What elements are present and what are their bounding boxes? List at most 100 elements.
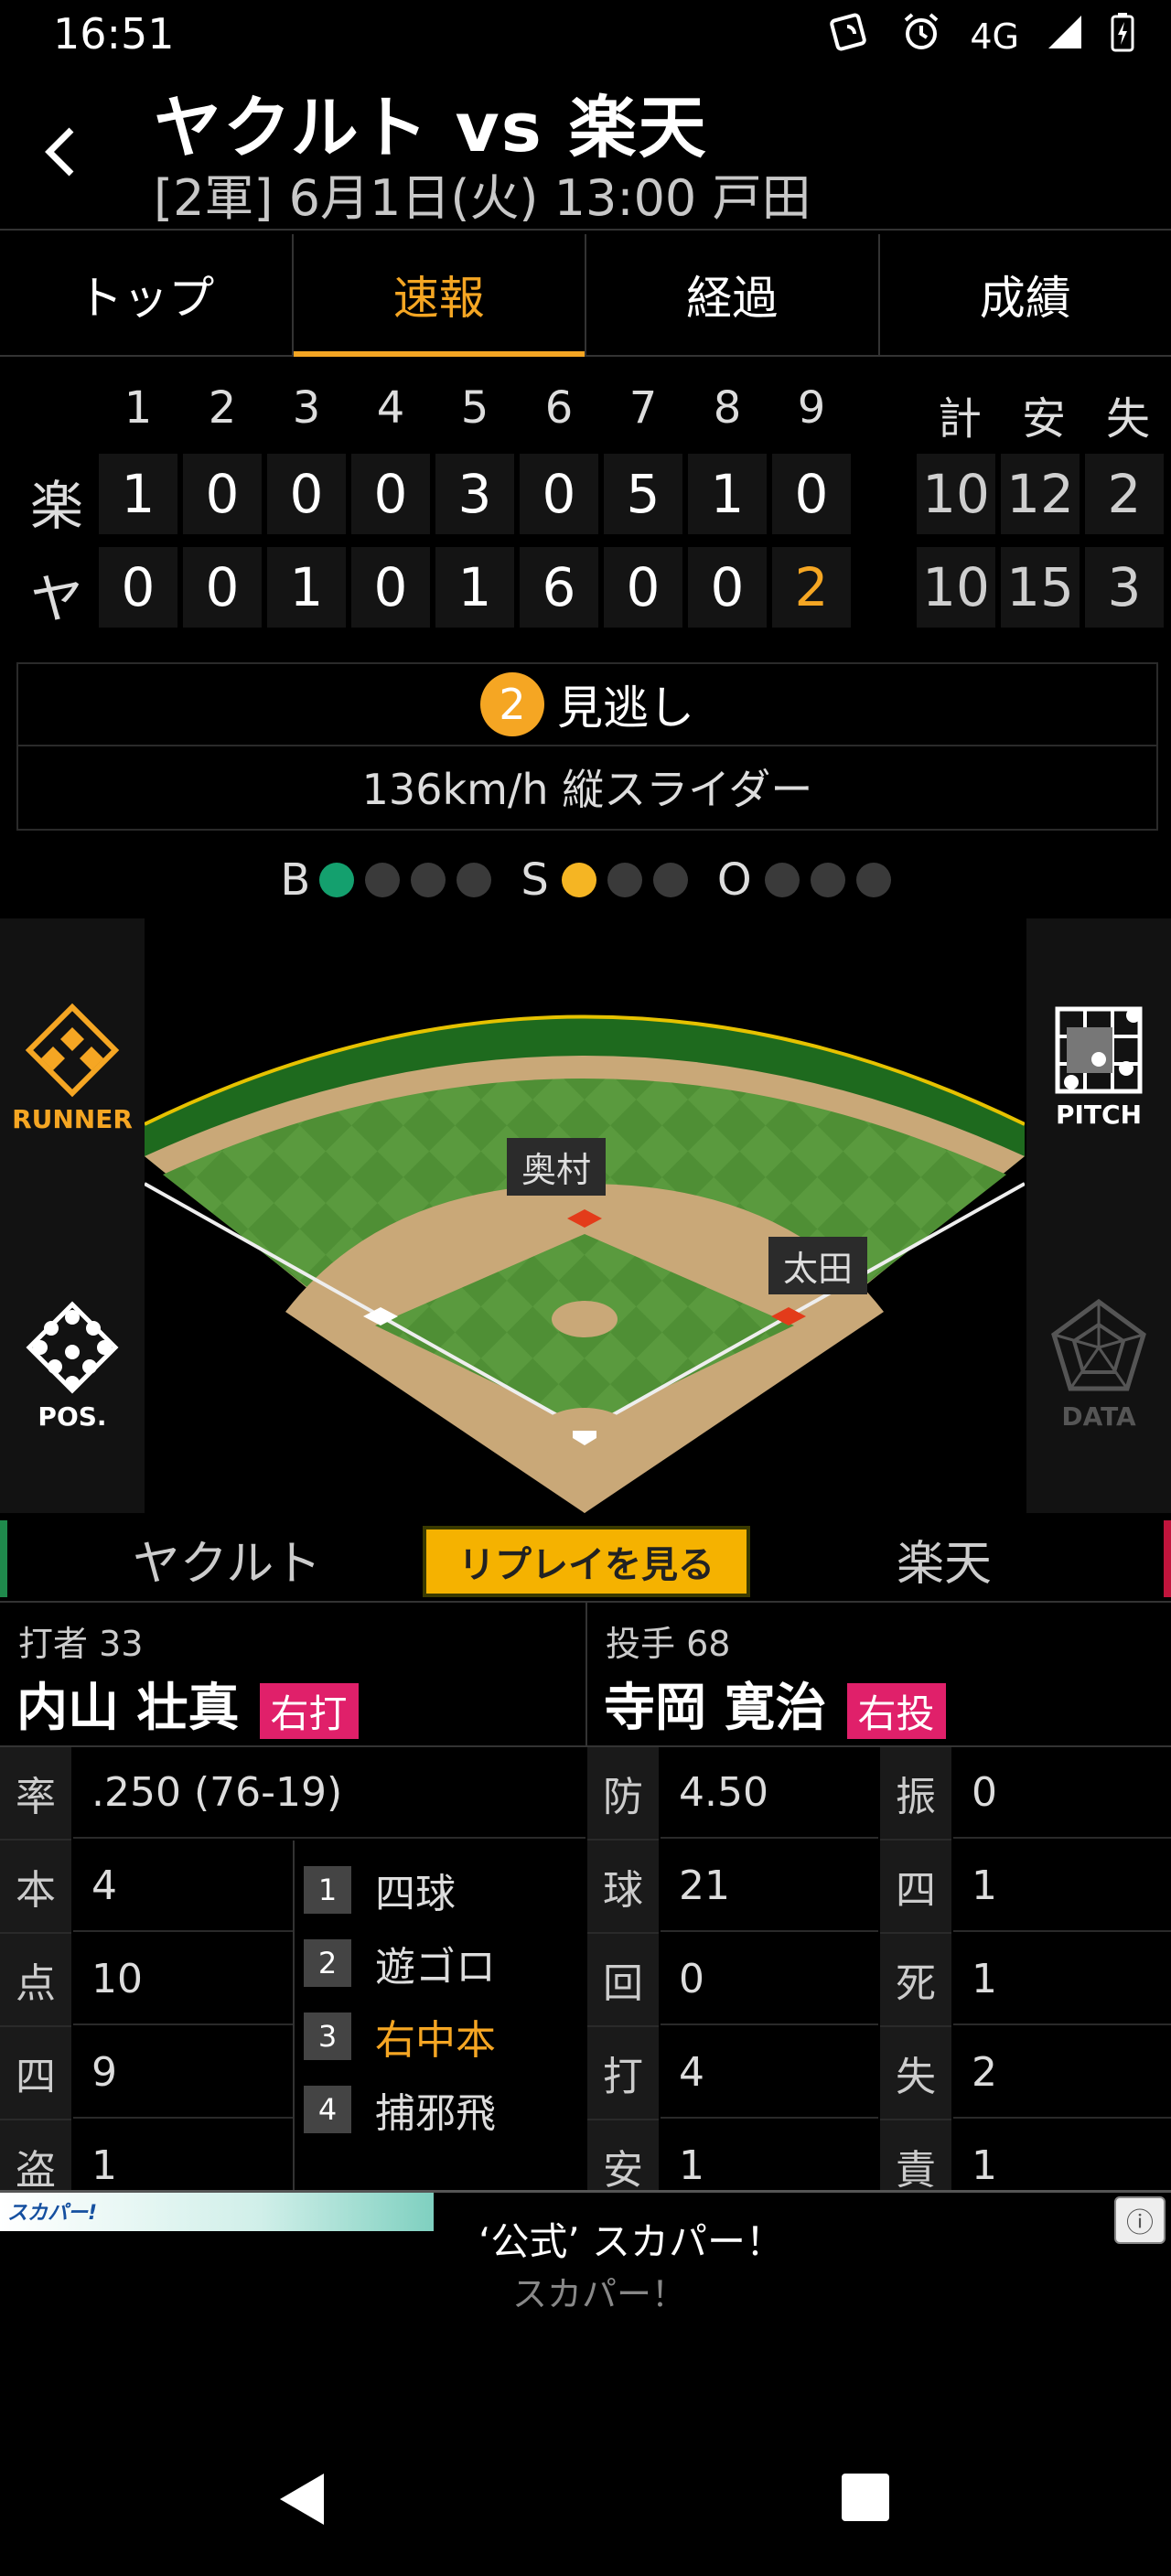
inning-score: 0 bbox=[351, 454, 430, 534]
batter-hand-badge: 右打 bbox=[259, 1683, 359, 1740]
pitcher-info: 投手 68 寺岡 寛治 右投 bbox=[587, 1603, 1171, 1747]
team-label: ヤ bbox=[29, 568, 83, 630]
count-dot bbox=[764, 863, 800, 897]
count-dot bbox=[365, 863, 401, 897]
batter-role: 打者 33 bbox=[18, 1615, 143, 1666]
baseball-field bbox=[145, 1014, 1025, 1513]
radar-chart-icon bbox=[1051, 1298, 1146, 1391]
nfc-icon bbox=[829, 12, 873, 60]
data-label: DATA bbox=[1061, 1401, 1136, 1432]
inning-header: 7 bbox=[628, 382, 658, 434]
runner-icon bbox=[25, 1003, 120, 1098]
pitch-button[interactable]: PITCH bbox=[1026, 918, 1171, 1218]
at-bat-number: 3 bbox=[304, 2012, 351, 2060]
total-header: 失 bbox=[1105, 393, 1150, 445]
runner-button[interactable]: RUNNER bbox=[0, 918, 145, 1218]
pitcher-stat-label: 防 bbox=[587, 1747, 659, 1841]
inning-score: 6 bbox=[520, 547, 598, 628]
pitcher-role: 投手 68 bbox=[606, 1615, 730, 1666]
inning-header: 9 bbox=[797, 382, 826, 434]
at-bat-result: 捕邪飛 bbox=[375, 2090, 496, 2137]
at-bat-result: 右中本 bbox=[375, 2017, 496, 2064]
batter-stat-label: 点 bbox=[0, 1934, 71, 2027]
page-title: ヤクルト vs 楽天 bbox=[154, 89, 708, 167]
team-away-tab[interactable]: 楽天 bbox=[725, 1520, 1171, 1597]
count-dot bbox=[319, 863, 355, 897]
inning-score: 0 bbox=[99, 547, 177, 628]
back-button[interactable] bbox=[27, 110, 101, 192]
inning-header: 5 bbox=[460, 382, 489, 434]
inning-score: 1 bbox=[267, 547, 346, 628]
count-dot bbox=[561, 863, 596, 897]
at-bat-number: 4 bbox=[304, 2086, 351, 2133]
inning-header: 8 bbox=[713, 382, 742, 434]
inning-score: 0 bbox=[183, 547, 262, 628]
tab-top[interactable]: トップ bbox=[0, 234, 294, 355]
status-icons: 4G bbox=[829, 11, 1134, 61]
pitcher-stat-label: 打 bbox=[587, 2027, 659, 2120]
app-header: ヤクルト vs 楽天 [2軍] 6月1日(火) 13:00 戸田 bbox=[0, 73, 1171, 231]
pitch-result-text: 見逃し bbox=[557, 682, 694, 735]
nav-back-icon[interactable] bbox=[274, 2470, 329, 2528]
pitcher-stat-value: 2 bbox=[953, 2027, 1171, 2119]
runner-label: RUNNER bbox=[12, 1104, 133, 1134]
batter-stat-value: 10 bbox=[73, 1934, 295, 2025]
strike-label: S bbox=[521, 854, 549, 906]
pitcher-stat-value: 4 bbox=[661, 2027, 878, 2119]
replay-button[interactable]: リプレイを見る bbox=[423, 1526, 750, 1597]
network-type: 4G bbox=[970, 16, 1019, 57]
inning-score: 0 bbox=[183, 454, 262, 534]
inning-header: 3 bbox=[292, 382, 321, 434]
total-score: 12 bbox=[1001, 454, 1080, 534]
count-dot bbox=[652, 863, 688, 897]
inning-score: 3 bbox=[435, 454, 514, 534]
inning-score: 5 bbox=[604, 454, 682, 534]
tab-progress[interactable]: 経過 bbox=[586, 234, 880, 355]
tab-stats[interactable]: 成績 bbox=[880, 234, 1171, 355]
count-dot bbox=[607, 863, 642, 897]
ball-dots bbox=[319, 863, 492, 897]
data-button[interactable]: DATA bbox=[1026, 1216, 1171, 1513]
at-bat-row: 3 右中本 bbox=[304, 2000, 496, 2073]
batter-name-row: 内山 壮真 右打 bbox=[16, 1667, 359, 1741]
runner-name-first: 太田 bbox=[768, 1237, 868, 1294]
inning-header: 6 bbox=[544, 382, 574, 434]
at-bat-row: 2 遊ゴロ bbox=[304, 1927, 496, 2000]
total-header: 計 bbox=[937, 393, 982, 445]
count-dot bbox=[457, 863, 492, 897]
pitch-result: 2 見逃し 136km/h 縦スライダー bbox=[16, 662, 1158, 831]
count-dot bbox=[810, 863, 845, 897]
field-view: RUNNER POS. PITCH DATA 奥村 太田 bbox=[0, 918, 1171, 1513]
tab-live[interactable]: 速報 bbox=[293, 234, 586, 357]
at-bat-result: 遊ゴロ bbox=[375, 1944, 496, 1991]
ball-label: B bbox=[280, 854, 311, 906]
pitcher-hand-badge: 右投 bbox=[846, 1683, 946, 1740]
game-info: [2軍] 6月1日(火) 13:00 戸田 bbox=[154, 169, 811, 227]
inning-score: 0 bbox=[604, 547, 682, 628]
at-bat-row: 1 四球 bbox=[304, 1853, 456, 1927]
batter-name: 内山 壮真 bbox=[16, 1679, 240, 1738]
pitcher-stat-label: 四 bbox=[880, 1841, 951, 1934]
inning-score: 0 bbox=[688, 547, 767, 628]
team-home-tab[interactable]: ヤクルト bbox=[0, 1520, 446, 1597]
pitcher-stat-value: 1 bbox=[953, 1934, 1171, 2025]
ad-banner[interactable]: スカパー! ‘公式’ スカパー！ スカパー！ ⓘ bbox=[0, 2190, 1171, 2314]
batter-info: 打者 33 内山 壮真 右打 bbox=[0, 1603, 587, 1747]
batter-stat-value: 9 bbox=[73, 2027, 295, 2119]
batter-stat-label: 率 bbox=[0, 1747, 71, 1841]
position-button[interactable]: POS. bbox=[0, 1216, 145, 1513]
ad-info-icon[interactable]: ⓘ bbox=[1114, 2196, 1166, 2244]
inning-score: 0 bbox=[267, 454, 346, 534]
total-score: 10 bbox=[917, 547, 995, 628]
pitcher-stat-value: 0 bbox=[661, 1934, 878, 2025]
batter-number: 33 bbox=[99, 1624, 144, 1664]
inning-score: 1 bbox=[435, 547, 514, 628]
nav-recents-icon[interactable] bbox=[840, 2472, 891, 2523]
pos-label: POS. bbox=[38, 1401, 107, 1432]
at-bat-row: 4 捕邪飛 bbox=[304, 2073, 496, 2146]
team-bar: ヤクルト リプレイを見る 楽天 bbox=[0, 1517, 1171, 1603]
total-score: 2 bbox=[1085, 454, 1164, 534]
inning-score: 2 bbox=[772, 547, 851, 628]
total-header: 安 bbox=[1021, 393, 1066, 445]
ad-title: ‘公式’ スカパー！ bbox=[478, 2219, 785, 2264]
